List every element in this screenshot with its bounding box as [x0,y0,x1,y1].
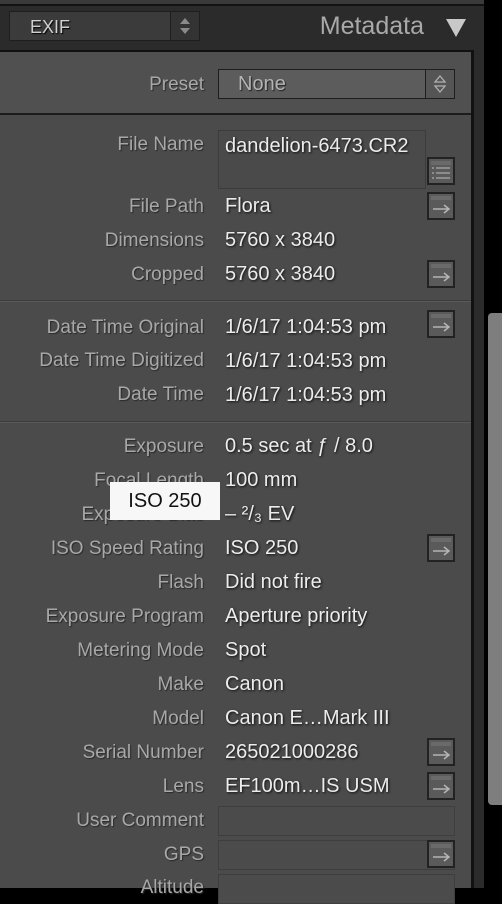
make-label: Make [157,674,204,695]
right-arrow-icon [433,272,451,282]
lens-value: EF100m…IS USM [225,775,390,797]
right-arrow-icon [433,204,451,214]
user-comment-label: User Comment [76,810,204,831]
iso-goto-button[interactable] [427,534,455,562]
altitude-field[interactable] [218,874,455,904]
exposure-bias-value: – ²/₃ EV [225,503,295,525]
cropped-label: Cropped [131,264,204,285]
serial-number-goto-button[interactable] [427,738,455,766]
updown-arrows-icon [180,18,190,34]
section-divider [0,422,471,423]
metering-mode-label: Metering Mode [77,640,204,661]
preset-label: Preset [149,74,204,95]
metadata-view-value: EXIF [30,17,71,37]
iso-tooltip: ISO 250 [110,482,220,520]
gps-goto-button[interactable] [427,840,455,868]
focal-length-value: 100 mm [225,469,298,491]
date-time-label: Date Time [117,384,204,405]
exposure-value: 0.5 sec at ƒ / 8.0 [225,435,373,457]
metadata-view-select[interactable]: EXIF [9,11,200,41]
serial-number-value: 265021000286 [225,741,359,763]
metadata-panel: Preset None File Name dandelion-6473.CR2… [0,50,474,904]
date-time-goto-button[interactable] [427,310,455,338]
collapse-triangle-icon[interactable] [446,19,466,37]
iso-speed-value: ISO 250 [225,537,299,559]
file-name-list-button[interactable] [427,157,455,185]
flash-label: Flash [157,572,204,593]
right-arrow-icon [433,784,451,794]
section-divider [0,301,471,302]
scrollbar-thumb[interactable] [488,313,502,805]
date-time-original-value: 1/6/17 1:04:53 pm [225,316,387,338]
file-name-label: File Name [117,134,204,155]
metadata-panel-header[interactable]: EXIF Metadata [0,6,484,50]
altitude-label: Altitude [140,877,204,898]
list-icon [432,167,450,179]
exposure-program-value: Aperture priority [225,605,368,627]
file-path-goto-button[interactable] [427,192,455,220]
date-time-original-label: Date Time Original [46,317,204,338]
lens-goto-button[interactable] [427,772,455,800]
cropped-goto-button[interactable] [427,260,455,288]
dimensions-label: Dimensions [104,230,204,251]
user-comment-field[interactable] [218,806,455,836]
model-label: Model [152,708,204,729]
cropped-value: 5760 x 3840 [225,263,336,285]
scrollbar-track[interactable] [474,50,484,888]
lens-label: Lens [162,776,204,797]
file-name-field[interactable]: dandelion-6473.CR2 [218,130,426,189]
metering-mode-value: Spot [225,639,267,661]
preset-select[interactable]: None [218,69,455,99]
preset-row: Preset None [0,52,471,115]
date-time-digitized-value: 1/6/17 1:04:53 pm [225,350,387,372]
gps-field[interactable] [218,840,455,870]
file-path-label: File Path [129,196,204,217]
file-name-value: dandelion-6473.CR2 [225,135,409,157]
exposure-label: Exposure [123,436,204,457]
gps-label: GPS [163,844,204,865]
iso-speed-label: ISO Speed Rating [50,538,204,559]
dimensions-value: 5760 x 3840 [225,229,336,251]
right-arrow-icon [433,750,451,760]
serial-number-label: Serial Number [82,742,204,763]
panel-title[interactable]: Metadata [320,12,424,41]
file-path-value: Flora [225,195,271,217]
date-time-value: 1/6/17 1:04:53 pm [225,384,387,406]
date-time-digitized-label: Date Time Digitized [39,350,204,371]
make-value: Canon [225,673,284,695]
stepper-updown-icon[interactable] [170,12,199,40]
right-arrow-icon [433,852,451,862]
model-value: Canon E…Mark III [225,707,390,729]
exposure-program-label: Exposure Program [45,606,204,627]
preset-stepper[interactable] [425,70,454,98]
flash-value: Did not fire [225,571,322,593]
updown-arrows-icon [433,74,447,94]
right-arrow-icon [433,546,451,556]
preset-value: None [238,73,286,95]
right-arrow-icon [433,322,451,332]
